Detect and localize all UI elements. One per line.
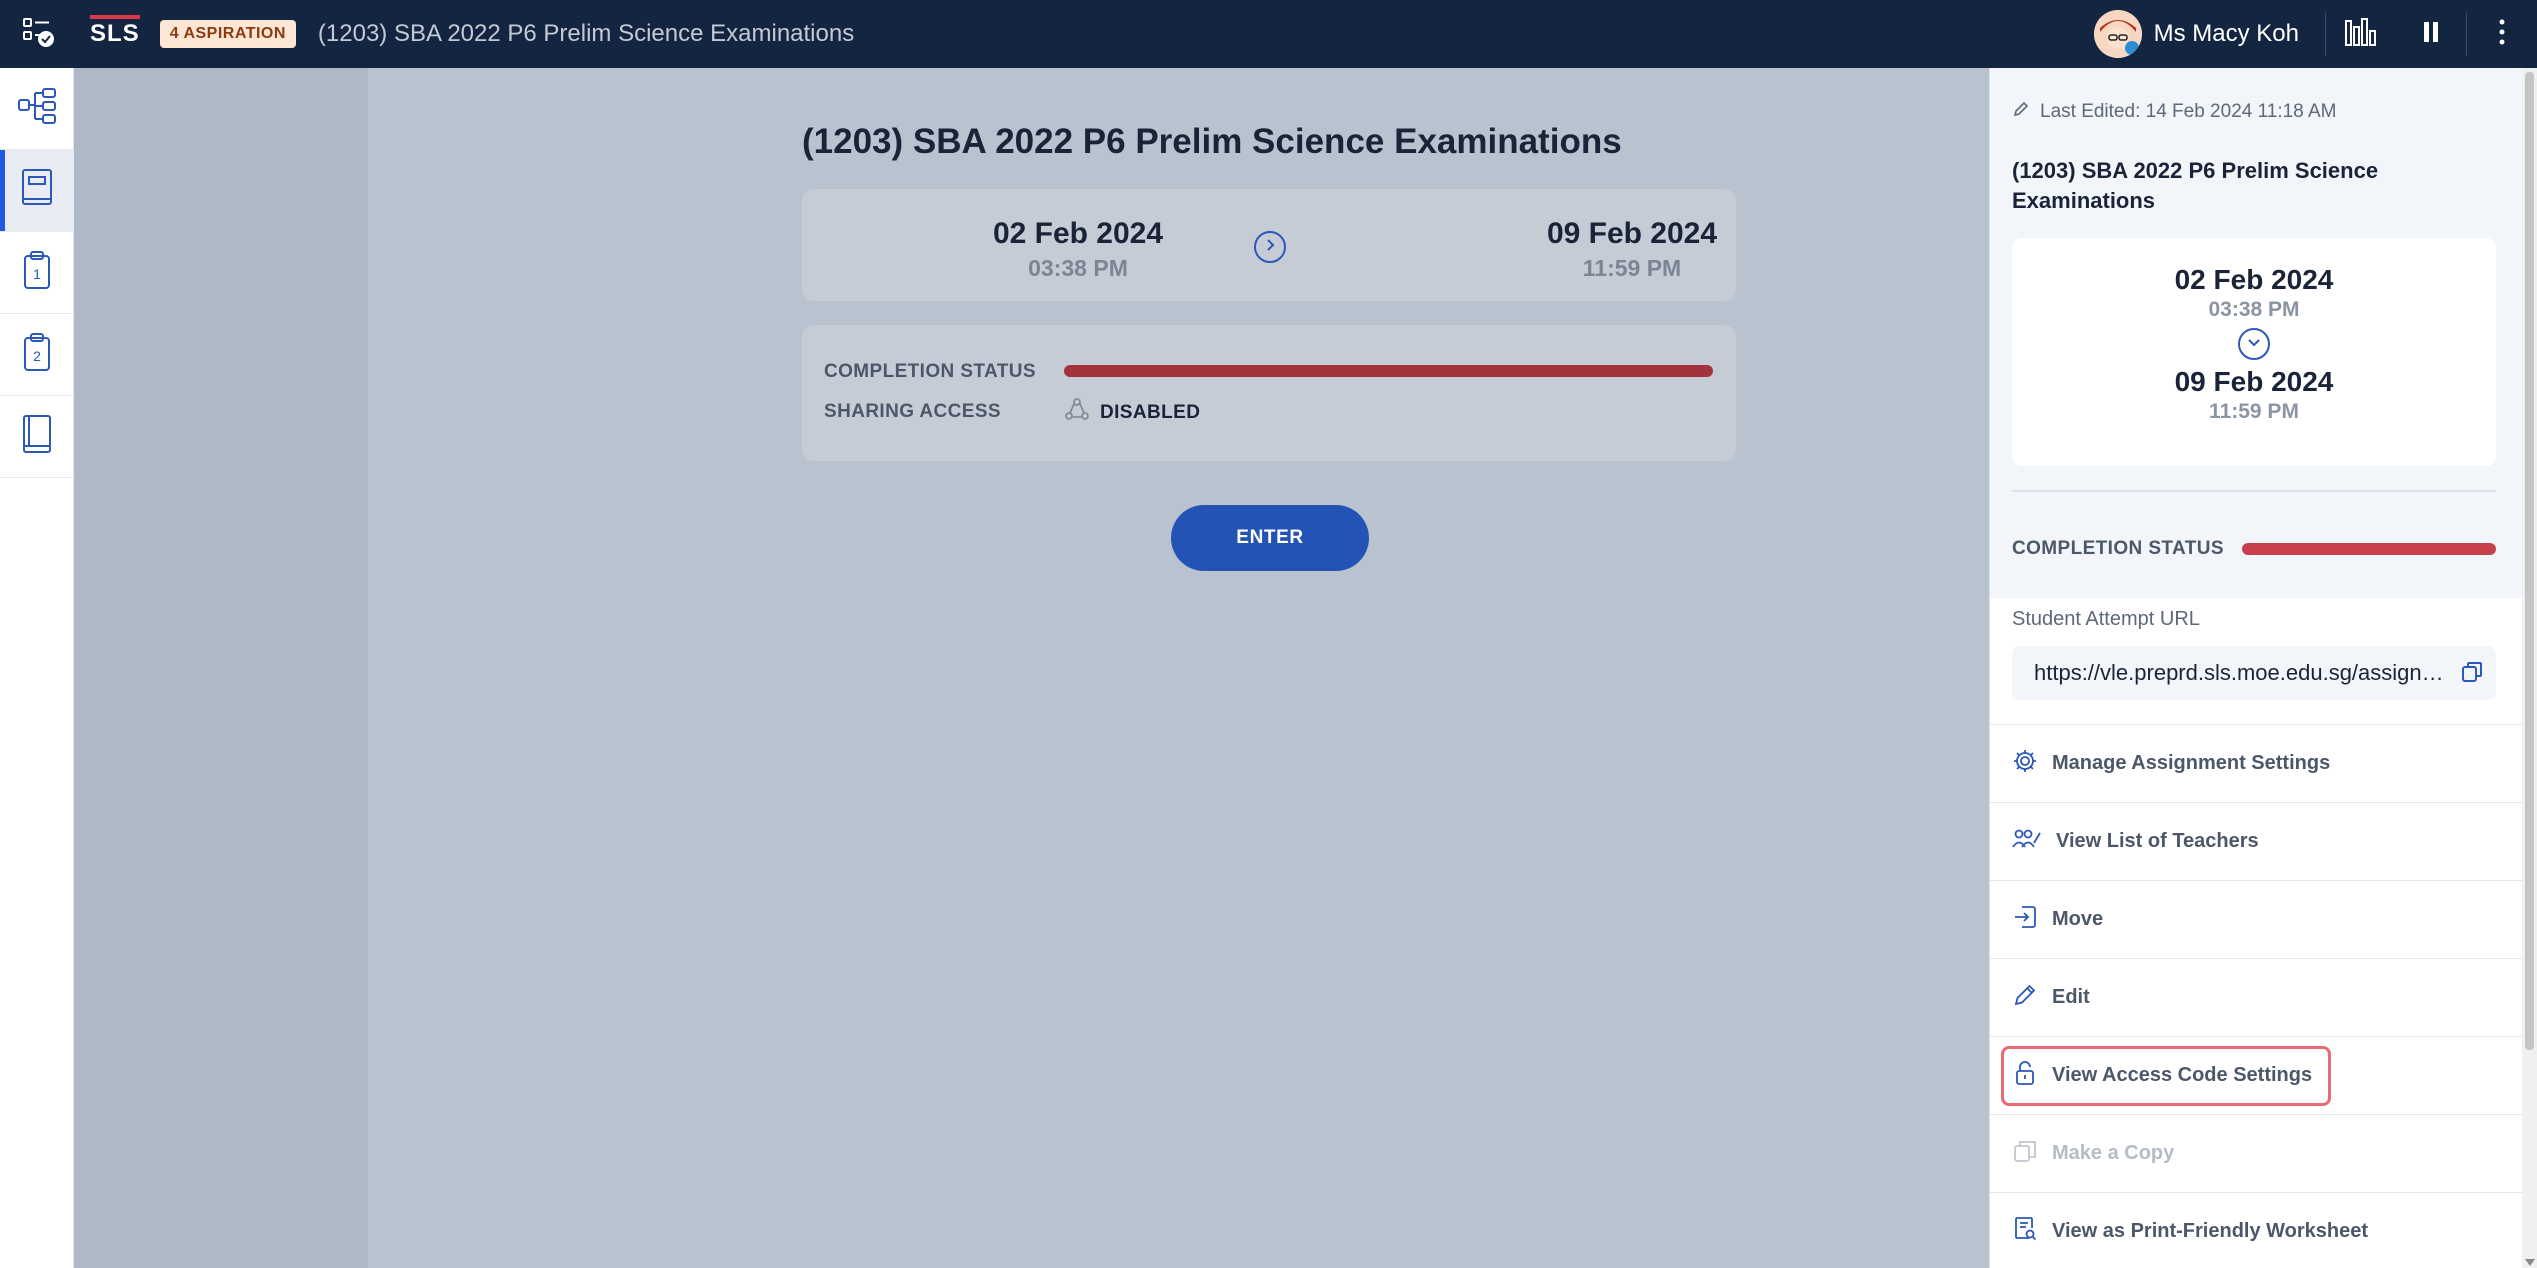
gear-icon	[2012, 748, 2038, 779]
menu-label: View as Print-Friendly Worksheet	[2052, 1220, 2369, 1242]
url-field[interactable]: https://vle.preprd.sls.moe.edu.sg/assign…	[2012, 646, 2496, 700]
enter-button[interactable]: ENTER	[1171, 505, 1369, 571]
panel-completion-label: COMPLETION STATUS	[2012, 538, 2224, 559]
menu-label: Make a Copy	[2052, 1142, 2175, 1164]
date-down-arrow	[2238, 328, 2270, 360]
divider	[2012, 490, 2496, 492]
manage-assignment-settings-item[interactable]: Manage Assignment Settings	[1990, 724, 2523, 802]
panel-start-time: 03:38 PM	[2208, 298, 2300, 321]
panel-start-date: 02 Feb 2024	[2174, 264, 2334, 295]
chevron-right-icon	[1263, 238, 1277, 257]
pause-icon	[2423, 21, 2439, 48]
menu-label: Manage Assignment Settings	[2052, 752, 2331, 774]
panel-end-time: 11:59 PM	[2209, 400, 2299, 423]
view-print-friendly-worksheet-item[interactable]: View as Print-Friendly Worksheet	[1990, 1192, 2523, 1268]
start-date: 02 Feb 2024 03:38 PM	[928, 217, 1228, 282]
chevron-down-icon	[2247, 335, 2261, 354]
menu-label: Move	[2052, 908, 2104, 930]
pause-button[interactable]	[2396, 0, 2466, 68]
svg-text:1: 1	[33, 266, 41, 282]
completion-progress-bar	[1064, 365, 1713, 377]
menu-label: View List of Teachers	[2056, 830, 2259, 852]
clipboard-1-icon: 1	[22, 250, 52, 295]
start-date-value: 02 Feb 2024	[992, 217, 1164, 250]
avatar[interactable]	[2093, 10, 2142, 58]
date-arrow	[1254, 231, 1286, 263]
main-content: (1203) SBA 2022 P6 Prelim Science Examin…	[368, 68, 1989, 1268]
nav-lesson[interactable]	[0, 150, 74, 232]
panel-completion-bar	[2242, 543, 2496, 555]
sharing-access-text: DISABLED	[1100, 401, 1201, 423]
left-nav: 1 2	[0, 68, 74, 1268]
vertical-dots-icon	[2499, 19, 2505, 50]
nav-assignment-2[interactable]: 2	[0, 314, 74, 396]
end-date: 09 Feb 2024 11:59 PM	[1482, 217, 1782, 282]
sls-logo[interactable]: SLS	[90, 15, 140, 48]
move-item[interactable]: Move	[1990, 880, 2523, 958]
scrollbar-thumb[interactable]	[2525, 72, 2534, 1050]
scroll-down-arrow[interactable]	[2525, 1259, 2535, 1266]
side-gutter	[74, 68, 368, 1268]
panel-title: (1203) SBA 2022 P6 Prelim Science Examin…	[2012, 158, 2379, 213]
highlight-box	[2001, 1046, 2331, 1106]
bar-chart-icon	[2344, 17, 2378, 52]
sharing-access-label: SHARING ACCESS	[824, 401, 1001, 422]
nav-assignment-1[interactable]: 1	[0, 232, 74, 314]
sharing-access-value: DISABLED	[1064, 397, 1200, 428]
details-summary: Last Edited: 14 Feb 2024 11:18 AM (1203)…	[1990, 68, 2522, 598]
task-list-icon	[21, 15, 55, 54]
book-icon	[20, 168, 54, 213]
clipboard-2-icon: 2	[22, 332, 52, 377]
panel-menu: Manage Assignment Settings View List of …	[1990, 724, 2523, 1268]
details-panel: Last Edited: 14 Feb 2024 11:18 AM (1203)…	[1989, 68, 2523, 1268]
teachers-icon	[2012, 827, 2042, 856]
lesson-title: (1203) SBA 2022 P6 Prelim Science Examin…	[802, 122, 1622, 161]
book-closed-icon	[21, 414, 53, 459]
structure-icon	[17, 86, 57, 131]
pencil-icon	[2012, 982, 2038, 1013]
reports-button[interactable]	[2326, 0, 2396, 68]
pencil-icon	[2012, 100, 2030, 124]
url-label: Student Attempt URL	[2012, 608, 2200, 630]
last-edited: Last Edited: 14 Feb 2024 11:18 AM	[2012, 100, 2336, 124]
date-range-card: 02 Feb 2024 03:38 PM 09 Feb 2024 11:59 P…	[802, 189, 1736, 301]
view-access-code-settings-item[interactable]: View Access Code Settings	[1990, 1036, 2523, 1114]
top-bar: SLS 4 ASPIRATION (1203) SBA 2022 P6 Prel…	[0, 0, 2537, 68]
edit-item[interactable]: Edit	[1990, 958, 2523, 1036]
last-edited-text: Last Edited: 14 Feb 2024 11:18 AM	[2040, 101, 2337, 122]
copy-url-icon[interactable]	[2460, 660, 2484, 689]
user-name[interactable]: Ms Macy Koh	[2154, 20, 2299, 48]
completion-status-label: COMPLETION STATUS	[824, 361, 1036, 382]
url-value[interactable]: https://vle.preprd.sls.moe.edu.sg/assign…	[2034, 660, 2446, 686]
nav-structure[interactable]	[0, 68, 74, 150]
panel-end-date: 09 Feb 2024	[2174, 366, 2334, 397]
menu-label: Edit	[2052, 986, 2090, 1008]
view-list-of-teachers-item[interactable]: View List of Teachers	[1990, 802, 2523, 880]
class-badge: 4 ASPIRATION	[159, 20, 296, 48]
panel-date-range: 02 Feb 2024 03:38 PM 09 Feb 2024 11:59 P…	[2012, 238, 2496, 466]
end-time-value: 11:59 PM	[1582, 255, 1682, 281]
apps-button[interactable]	[0, 0, 76, 68]
move-icon	[2012, 904, 2038, 935]
more-options-button[interactable]	[2467, 0, 2537, 68]
status-card: COMPLETION STATUS SHARING ACCESS DISABLE…	[802, 325, 1736, 461]
start-time-value: 03:38 PM	[1028, 255, 1128, 281]
end-date-value: 09 Feb 2024	[1546, 217, 1718, 250]
panel-scrollbar[interactable]	[2522, 68, 2537, 1268]
svg-text:2: 2	[33, 348, 41, 364]
copy-icon	[2012, 1138, 2038, 1169]
worksheet-icon	[2012, 1216, 2038, 1247]
nav-resources[interactable]	[0, 396, 74, 478]
page-title: (1203) SBA 2022 P6 Prelim Science Examin…	[317, 20, 855, 47]
make-a-copy-item[interactable]: Make a Copy	[1990, 1114, 2523, 1192]
share-disabled-icon	[1064, 397, 1090, 428]
